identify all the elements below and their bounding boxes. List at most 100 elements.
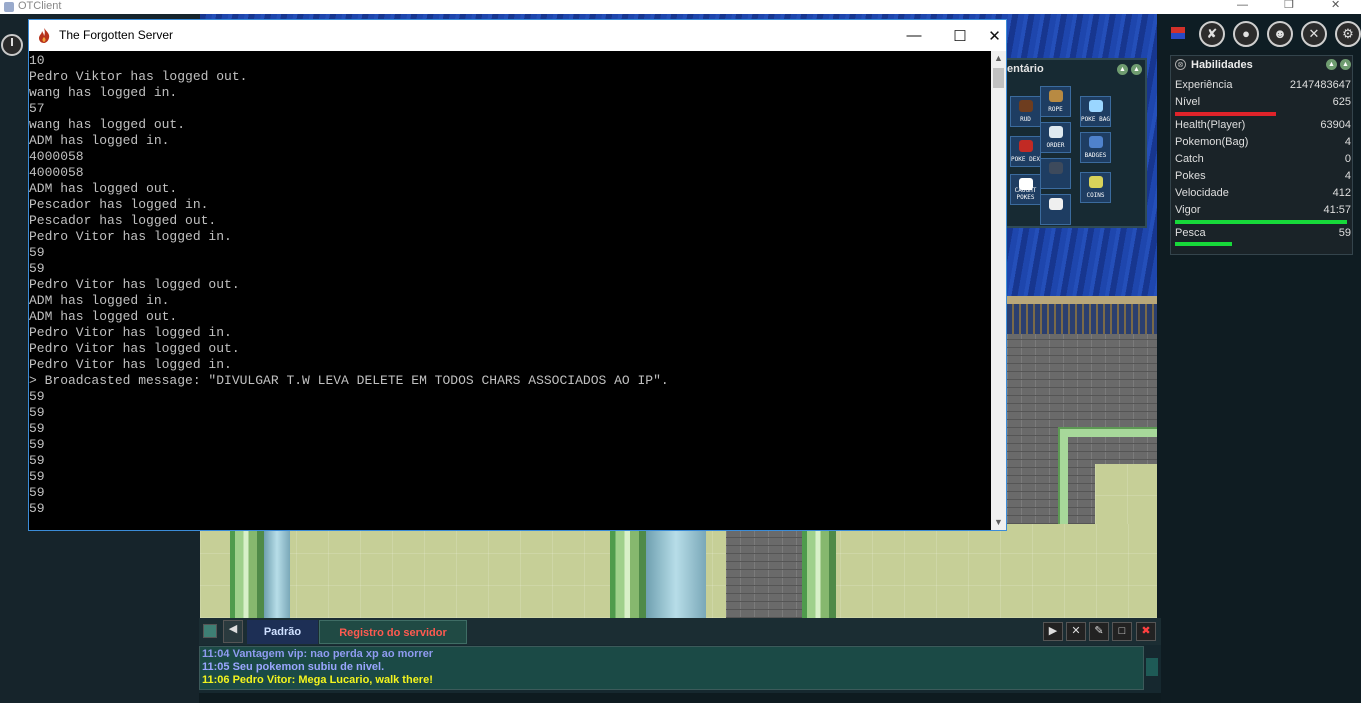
green-pillar <box>610 524 646 618</box>
inventory-slot[interactable]: BADGES <box>1080 132 1111 163</box>
close-icon[interactable]: ✕ <box>983 20 1006 51</box>
skill-name: Catch <box>1175 153 1204 165</box>
chat-next-tab-icon[interactable]: ▶ <box>1043 622 1063 641</box>
inventory-slot[interactable]: ORDER <box>1040 122 1071 153</box>
console-line: Pedro Vitor has logged in. <box>29 357 232 372</box>
tab-padrao[interactable]: Padrão <box>247 620 318 644</box>
ignore-icon[interactable]: ✖ <box>1136 622 1156 641</box>
skill-value: 4 <box>1344 136 1351 148</box>
server-console-window[interactable]: The Forgotten Server — ☐ ✕ 10 Pedro Vikto… <box>28 19 1007 531</box>
console-line: Pescador has logged out. <box>29 213 217 228</box>
console-line: 59 <box>29 405 45 420</box>
inventory-slot[interactable]: RUD <box>1010 96 1041 127</box>
battle-icon[interactable]: ✘ <box>1199 21 1225 47</box>
chat-input[interactable] <box>199 693 1161 703</box>
console-line: 4000058 <box>29 165 84 180</box>
skill-row: Vigor 41:57 <box>1175 204 1351 219</box>
skill-value: 59 <box>1338 227 1351 239</box>
channels-icon[interactable]: □ <box>1112 622 1132 641</box>
skill-value: 412 <box>1332 187 1351 199</box>
console-titlebar[interactable]: The Forgotten Server — ☐ ✕ <box>29 20 1006 51</box>
top-right-toolbar: ✘ ● ☻ ✕ ⚙ <box>1158 14 1361 50</box>
chat-message: 11:05 Seu pokemon subiu de nivel. <box>202 661 385 673</box>
skill-row: Experiência 2147483647 <box>1175 79 1351 94</box>
skill-row: Nível 625 <box>1175 96 1351 111</box>
party-icon[interactable]: ☻ <box>1267 21 1293 47</box>
scroll-down-icon[interactable]: ▼ <box>991 515 1006 530</box>
console-line: 59 <box>29 437 45 452</box>
green-pillar <box>802 524 836 618</box>
item-icon <box>1049 126 1063 138</box>
skill-name: Vigor <box>1175 204 1201 216</box>
skill-row: Pokes 4 <box>1175 170 1351 185</box>
console-line: ADM has logged out. <box>29 309 178 324</box>
power-icon[interactable] <box>1 34 23 56</box>
green-pillar <box>230 524 264 618</box>
chat-tab-bar: ◀ Padrão Registro do servidor ▶ ✕ ✎ □ ✖ <box>199 618 1161 645</box>
swords-icon[interactable]: ✕ <box>1301 21 1327 47</box>
item-icon <box>1049 198 1063 210</box>
inventory-slot-label: RUD <box>1020 116 1031 123</box>
inventory-slot[interactable]: ROPE <box>1040 86 1071 117</box>
chat-message: 11:06 Pedro Vitor: Mega Lucario, walk th… <box>202 674 433 686</box>
pokemon-icon[interactable]: ● <box>1233 21 1259 47</box>
vigor-bar <box>1175 220 1347 224</box>
console-line: 59 <box>29 501 45 516</box>
chat-prev-tab-icon[interactable]: ◀ <box>223 620 243 643</box>
console-line: 59 <box>29 389 45 404</box>
skill-value: 63904 <box>1320 119 1351 131</box>
inventory-slot[interactable] <box>1040 194 1071 225</box>
skill-name: Pokes <box>1175 170 1206 182</box>
close-tab-icon[interactable]: ✕ <box>1066 622 1086 641</box>
inventory-slot-label: ORDER <box>1046 142 1065 149</box>
inventory-slot-label: COINS <box>1086 192 1105 199</box>
otclient-minimize-icon[interactable]: — <box>1237 0 1248 11</box>
inventory-slot[interactable] <box>1040 158 1071 189</box>
minimize-skills-icon[interactable]: ▲ <box>1326 59 1337 70</box>
chat-scroll-thumb[interactable] <box>1146 658 1158 676</box>
console-line: ADM has logged in. <box>29 293 170 308</box>
console-line: ADM has logged in. <box>29 133 170 148</box>
inventory-slot[interactable]: COINS <box>1080 172 1111 203</box>
scroll-up-icon[interactable]: ▲ <box>991 51 1006 66</box>
chat-message: 11:04 Vantagem vip: nao perda xp ao morr… <box>202 648 434 660</box>
options-icon[interactable]: ⚙ <box>1335 21 1361 47</box>
scroll-thumb[interactable] <box>993 68 1004 88</box>
inventory-slot-label: ROPE <box>1048 106 1063 113</box>
otclient-close-icon[interactable]: ✕ <box>1331 0 1340 11</box>
otclient-restore-icon[interactable]: ❐ <box>1284 0 1294 11</box>
inventory-slot-label: CAUGHT POKES <box>1014 187 1037 201</box>
console-line: Pescador has logged in. <box>29 197 209 212</box>
skills-icon: ⊗ <box>1175 59 1186 70</box>
inventory-slot[interactable]: CAUGHT POKES <box>1010 174 1041 205</box>
console-line: 59 <box>29 469 45 484</box>
console-output[interactable]: 10 Pedro Viktor has logged out. wang has l… <box>29 51 991 530</box>
skill-name: Pesca <box>1175 227 1206 239</box>
tab-registro-do-servidor[interactable]: Registro do servidor <box>319 620 467 644</box>
console-line: Pedro Vitor has logged out. <box>29 341 240 356</box>
item-icon <box>1089 100 1103 112</box>
inventory-slot[interactable]: POKE DEX <box>1010 136 1041 167</box>
console-scrollbar[interactable]: ▲ ▼ <box>991 51 1006 530</box>
maximize-skills-icon[interactable]: ▲ <box>1340 59 1351 70</box>
flag-icon[interactable] <box>1171 27 1185 39</box>
chat-toggle-icon[interactable] <box>203 624 217 638</box>
maximize-panel-icon[interactable]: ▲ <box>1131 64 1142 75</box>
console-line: 59 <box>29 245 45 260</box>
maximize-icon[interactable]: ☐ <box>937 20 983 51</box>
inventory-slot[interactable]: POKE BAG <box>1080 96 1111 127</box>
console-line: ADM has logged out. <box>29 181 178 196</box>
chat-log[interactable]: 11:04 Vantagem vip: nao perda xp ao morr… <box>199 646 1144 690</box>
clear-chat-icon[interactable]: ✎ <box>1089 622 1109 641</box>
skill-value: 41:57 <box>1323 204 1351 216</box>
inventory-title: entário <box>1007 63 1044 75</box>
console-line: 57 <box>29 101 45 116</box>
console-line: Pedro Vitor has logged out. <box>29 277 240 292</box>
minimize-icon[interactable]: — <box>891 20 937 51</box>
console-line: 4000058 <box>29 149 84 164</box>
console-line: Pedro Viktor has logged out. <box>29 69 248 84</box>
minimize-panel-icon[interactable]: ▲ <box>1117 64 1128 75</box>
item-icon <box>1019 100 1033 112</box>
skill-value: 2147483647 <box>1289 79 1351 91</box>
brick-wall <box>726 524 802 618</box>
